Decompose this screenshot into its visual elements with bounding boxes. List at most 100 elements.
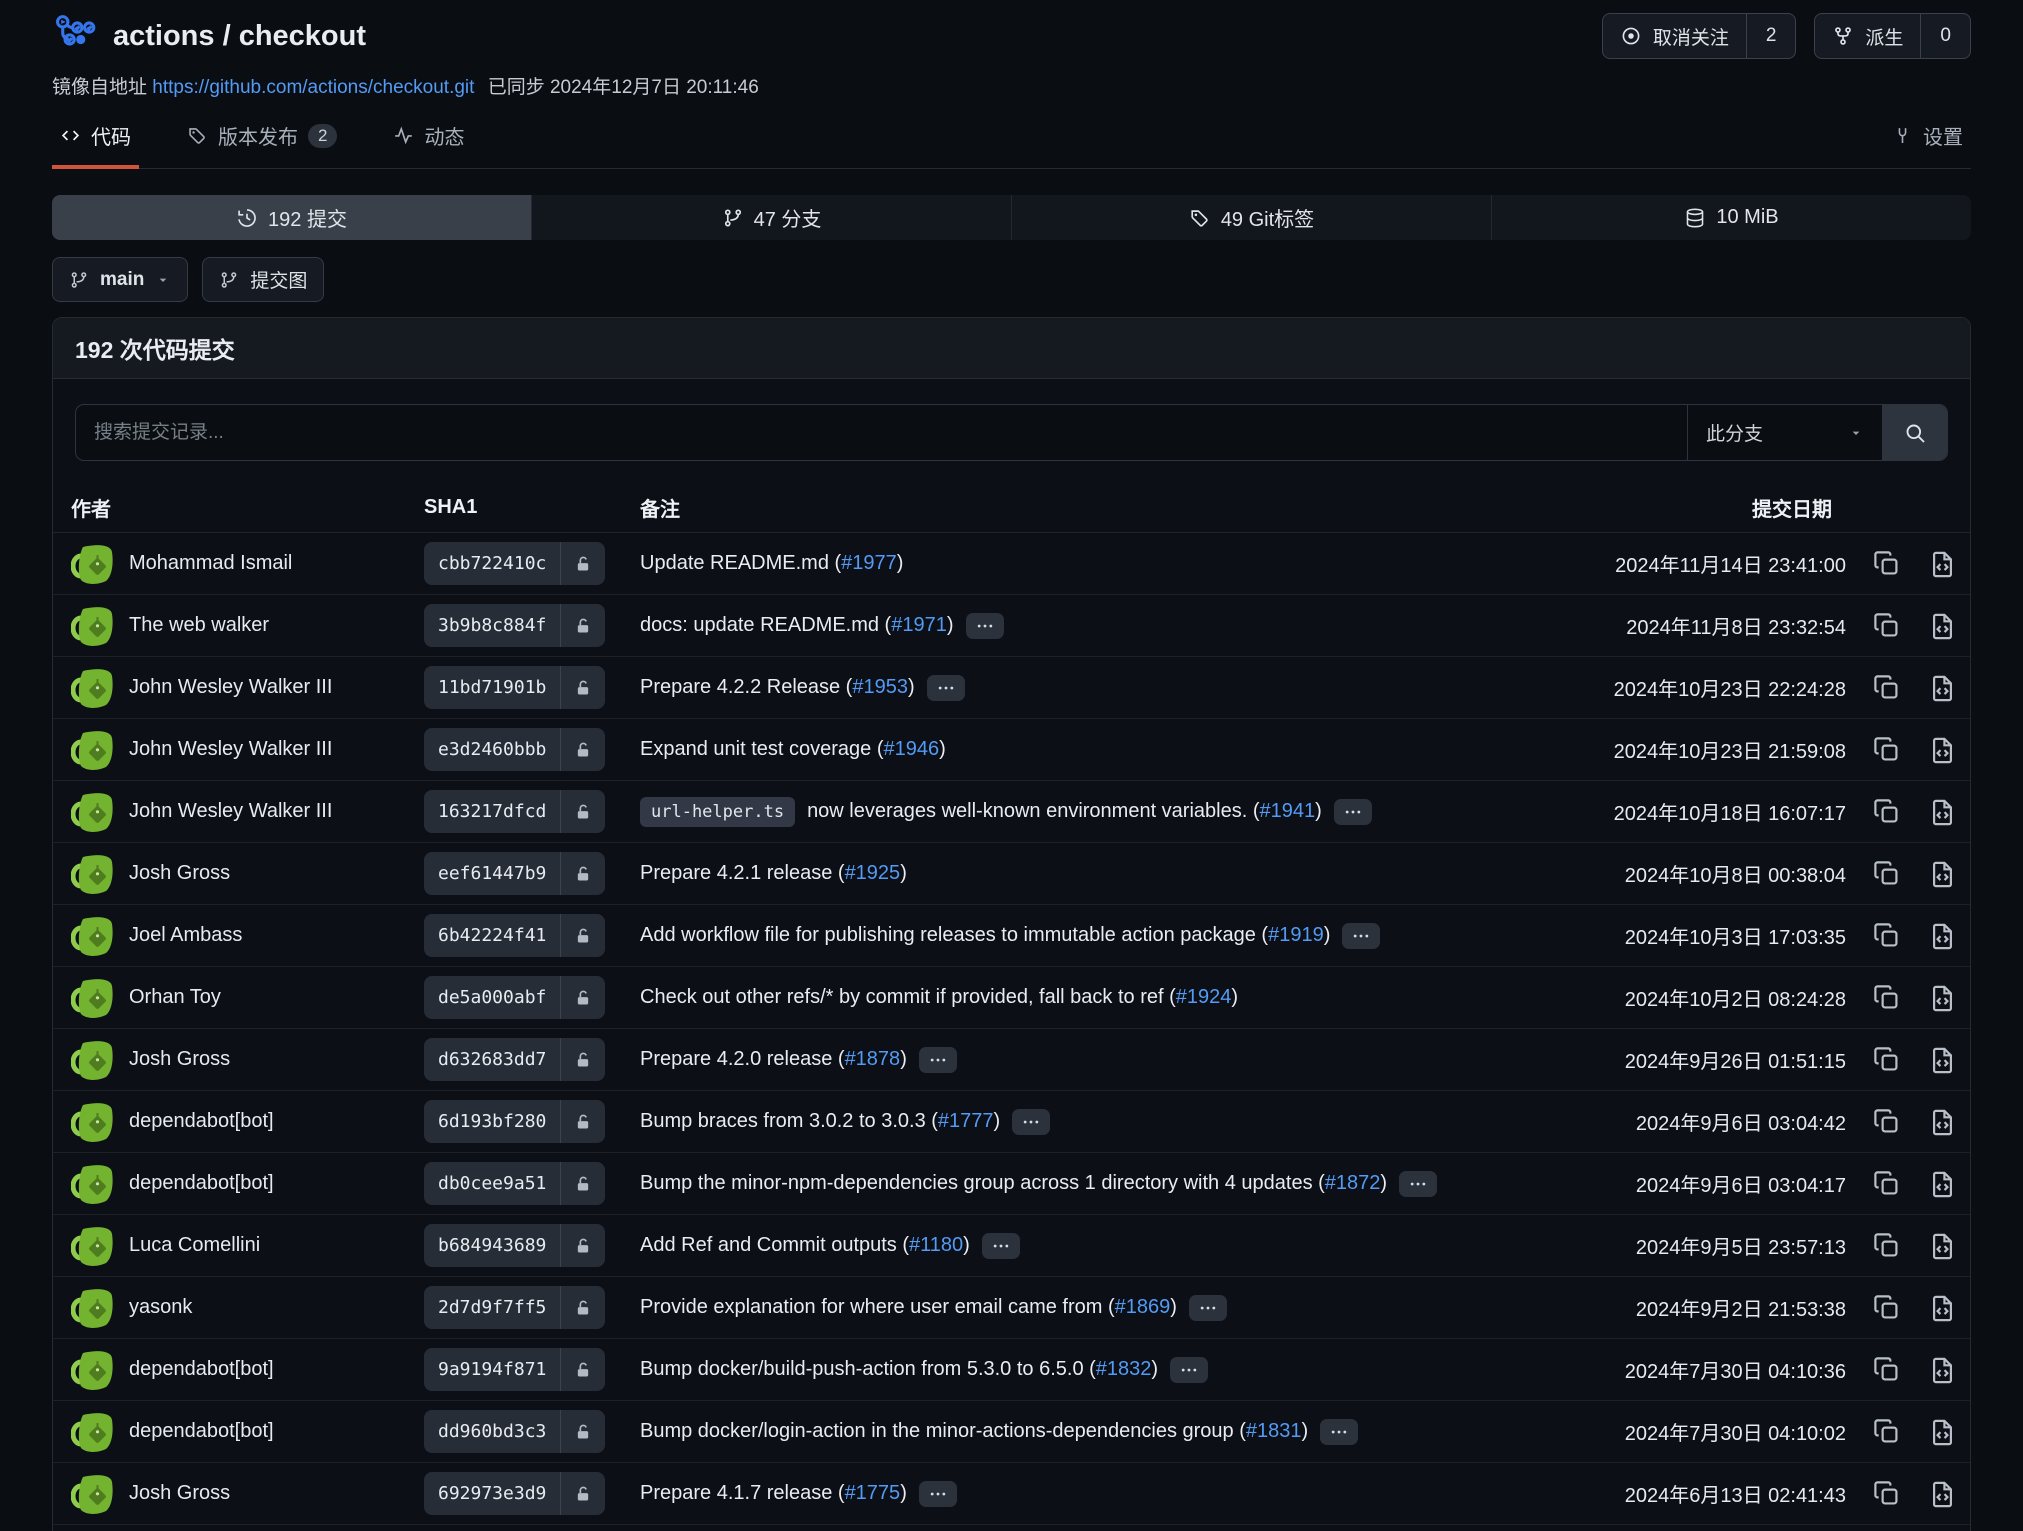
- browse-source-button[interactable]: [1927, 735, 1956, 764]
- commit-sha-button[interactable]: e3d2460bbb: [424, 728, 605, 771]
- commit-sha-button[interactable]: 11bd71901b: [424, 666, 605, 709]
- browse-source-button[interactable]: [1927, 549, 1956, 578]
- browse-source-button[interactable]: [1927, 1169, 1956, 1198]
- pr-link[interactable]: #1872: [1325, 1172, 1381, 1194]
- pr-link[interactable]: #1878: [845, 1048, 901, 1070]
- tab-动态[interactable]: 动态: [385, 111, 472, 169]
- stat-47 分支[interactable]: 47 分支: [532, 195, 1012, 240]
- copy-sha-button[interactable]: [1872, 921, 1901, 950]
- watchers-count[interactable]: 2: [1746, 14, 1796, 58]
- browse-source-button[interactable]: [1927, 1479, 1956, 1508]
- file-code-icon: [1927, 1417, 1958, 1448]
- pr-link[interactable]: #1775: [845, 1482, 901, 1504]
- forks-count[interactable]: 0: [1920, 14, 1970, 58]
- browse-source-button[interactable]: [1927, 1355, 1956, 1384]
- expand-commit-button[interactable]: [927, 675, 965, 701]
- stat-192 提交[interactable]: 192 提交: [52, 195, 532, 240]
- pr-link[interactable]: #1777: [938, 1110, 994, 1132]
- expand-commit-button[interactable]: [1320, 1419, 1358, 1445]
- browse-source-button[interactable]: [1927, 1231, 1956, 1260]
- stat-49 Git标签[interactable]: 49 Git标签: [1012, 195, 1492, 240]
- expand-commit-button[interactable]: [919, 1481, 957, 1507]
- pr-link[interactable]: #1977: [841, 552, 897, 574]
- branch-filter-dropdown[interactable]: 此分支: [1687, 405, 1882, 460]
- copy-sha-button[interactable]: [1872, 1293, 1901, 1322]
- expand-commit-button[interactable]: [1189, 1295, 1227, 1321]
- expand-commit-button[interactable]: [1012, 1109, 1050, 1135]
- browse-source-button[interactable]: [1927, 1417, 1956, 1446]
- commit-sha-button[interactable]: b684943689: [424, 1224, 605, 1267]
- pr-link[interactable]: #1925: [845, 862, 901, 884]
- commit-sha-button[interactable]: 6b42224f41: [424, 914, 605, 957]
- commit-graph-button[interactable]: 提交图: [202, 257, 324, 302]
- pr-link[interactable]: #1953: [852, 676, 908, 698]
- copy-sha-button[interactable]: [1872, 1355, 1901, 1384]
- browse-source-button[interactable]: [1927, 797, 1956, 826]
- browse-source-button[interactable]: [1927, 859, 1956, 888]
- copy-sha-button[interactable]: [1872, 859, 1901, 888]
- expand-commit-button[interactable]: [1170, 1357, 1208, 1383]
- search-input[interactable]: [76, 405, 1687, 460]
- expand-commit-button[interactable]: [919, 1047, 957, 1073]
- commit-sha-button[interactable]: eef61447b9: [424, 852, 605, 895]
- repo-title-link[interactable]: actions / checkout: [52, 13, 366, 59]
- tab-settings[interactable]: 设置: [1884, 111, 1971, 169]
- copy-sha-button[interactable]: [1872, 983, 1901, 1012]
- pr-link[interactable]: #1180: [909, 1234, 963, 1256]
- browse-source-button[interactable]: [1927, 983, 1956, 1012]
- pr-link[interactable]: #1924: [1176, 986, 1232, 1008]
- commit-sha-button[interactable]: 2d7d9f7ff5: [424, 1286, 605, 1329]
- browse-source-button[interactable]: [1927, 921, 1956, 950]
- search-button[interactable]: [1882, 405, 1947, 460]
- pr-link[interactable]: #1941: [1260, 800, 1316, 822]
- copy-sha-button[interactable]: [1872, 1231, 1901, 1260]
- unwatch-button[interactable]: 取消关注 2: [1602, 13, 1797, 59]
- expand-commit-button[interactable]: [1334, 799, 1372, 825]
- commit-sha-button[interactable]: de5a000abf: [424, 976, 605, 1019]
- branch-selector[interactable]: main: [52, 257, 188, 302]
- copy-sha-button[interactable]: [1872, 673, 1901, 702]
- tab-代码[interactable]: 代码: [52, 111, 139, 169]
- commit-sha-button[interactable]: 163217dfcd: [424, 790, 605, 833]
- copy-sha-button[interactable]: [1872, 611, 1901, 640]
- commit-sha-button[interactable]: 6d193bf280: [424, 1100, 605, 1143]
- expand-commit-button[interactable]: [966, 613, 1004, 639]
- copy-sha-button[interactable]: [1872, 549, 1901, 578]
- browse-source-button[interactable]: [1927, 673, 1956, 702]
- copy-sha-button[interactable]: [1872, 1045, 1901, 1074]
- commit-sha-button[interactable]: 3b9b8c884f: [424, 604, 605, 647]
- pr-link[interactable]: #1971: [891, 614, 947, 636]
- commit-sha-button[interactable]: db0cee9a51: [424, 1162, 605, 1205]
- pr-link[interactable]: #1869: [1115, 1296, 1171, 1318]
- commit-sha-button[interactable]: dd960bd3c3: [424, 1410, 605, 1453]
- fork-button[interactable]: 派生 0: [1814, 13, 1971, 59]
- stat-10 MiB[interactable]: 10 MiB: [1492, 195, 1971, 240]
- expand-commit-button[interactable]: [1342, 923, 1380, 949]
- browse-source-button[interactable]: [1927, 611, 1956, 640]
- pr-link[interactable]: #1831: [1246, 1420, 1302, 1442]
- commit-sha-button[interactable]: d632683dd7: [424, 1038, 605, 1081]
- pr-link[interactable]: #1919: [1268, 924, 1324, 946]
- copy-sha-button[interactable]: [1872, 797, 1901, 826]
- green-mug-avatar: [71, 728, 115, 772]
- pr-link[interactable]: #1946: [883, 738, 939, 760]
- copy-icon: [1872, 1045, 1901, 1074]
- copy-sha-button[interactable]: [1872, 1479, 1901, 1508]
- copy-sha-button[interactable]: [1872, 735, 1901, 764]
- pr-link[interactable]: #1832: [1096, 1358, 1152, 1380]
- tab-版本发布[interactable]: 版本发布2: [179, 111, 345, 169]
- browse-source-button[interactable]: [1927, 1107, 1956, 1136]
- copy-sha-button[interactable]: [1872, 1107, 1901, 1136]
- commit-sha-button[interactable]: cbb722410c: [424, 542, 605, 585]
- expand-commit-button[interactable]: [982, 1233, 1020, 1259]
- expand-commit-button[interactable]: [1399, 1171, 1437, 1197]
- commit-sha-button[interactable]: 9a9194f871: [424, 1348, 605, 1391]
- browse-source-button[interactable]: [1927, 1045, 1956, 1074]
- file-code-icon: [1927, 549, 1958, 580]
- sha-text: de5a000abf: [424, 976, 560, 1019]
- mirror-url-link[interactable]: https://github.com/actions/checkout.git: [152, 77, 474, 98]
- browse-source-button[interactable]: [1927, 1293, 1956, 1322]
- copy-sha-button[interactable]: [1872, 1169, 1901, 1198]
- copy-sha-button[interactable]: [1872, 1417, 1901, 1446]
- commit-sha-button[interactable]: 692973e3d9: [424, 1472, 605, 1515]
